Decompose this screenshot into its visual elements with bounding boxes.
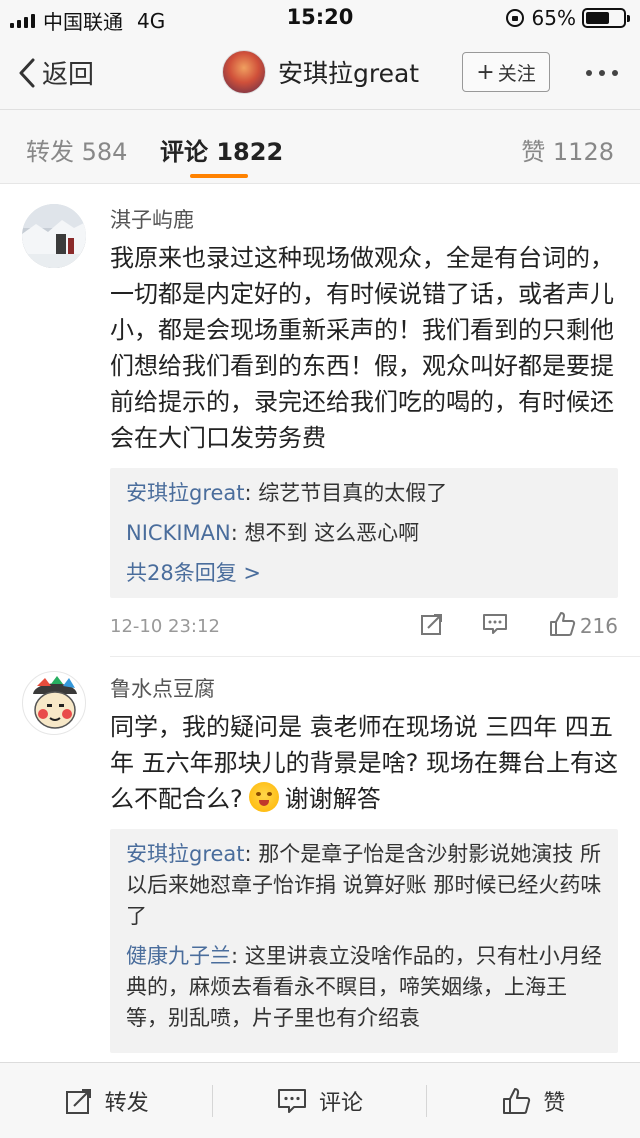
snow-photo-icon — [22, 204, 86, 268]
comment-meta: 12-10 23:12 216 — [110, 598, 618, 656]
follow-label: 关注 — [497, 62, 536, 85]
reply-box[interactable]: 安琪拉great: 综艺节目真的太假了 NICKIMAN: 想不到 这么恶心啊 … — [110, 468, 618, 598]
reply-username[interactable]: NICKIMAN — [126, 521, 231, 545]
share-icon[interactable] — [420, 612, 444, 636]
comment-item: 淇子屿鹿 我原来也录过这种现场做观众，全是有台词的，一切都是内定好的，有时候说错… — [0, 188, 640, 656]
status-bar: 中国联通 4G 15:20 65% — [0, 0, 640, 36]
reply-item: NICKIMAN: 想不到 这么恶心啊 — [126, 518, 602, 549]
meme-face-icon — [33, 676, 77, 729]
repost-label: 转发 — [104, 1090, 149, 1116]
tab-likes[interactable]: 赞 1128 — [521, 132, 614, 167]
tab-bar: 转发 584 评论 1822 赞 1128 — [0, 110, 640, 184]
nav-user[interactable]: 安琪拉great — [222, 50, 419, 94]
share-icon — [65, 1088, 91, 1114]
reply-text: : 想不到 这么恶心啊 — [230, 521, 420, 545]
reply-item: 安琪拉great: 那个是章子怡是含沙射影说她演技 所以后来她怼章子怡诈捐 说算… — [126, 839, 602, 932]
comment-button[interactable]: 评论 — [213, 1063, 427, 1138]
back-button[interactable]: 返回 — [18, 54, 94, 91]
status-right: 65% — [505, 6, 630, 30]
tab-comments[interactable]: 评论 1822 — [160, 132, 283, 167]
like-label: 赞 — [543, 1090, 566, 1116]
battery-fill — [586, 12, 610, 24]
reply-username[interactable]: 健康九子兰 — [126, 944, 231, 968]
comment-text-tail: 谢谢解答 — [284, 785, 381, 813]
active-tab-indicator — [190, 174, 248, 178]
like-count: 216 — [579, 614, 618, 638]
battery-icon — [582, 8, 630, 28]
rotation-lock-icon — [505, 9, 524, 27]
like-button[interactable]: 赞 — [427, 1063, 640, 1138]
page-title: 安琪拉great — [278, 59, 420, 88]
more-icon[interactable] — [586, 70, 618, 76]
reply-box[interactable]: 安琪拉great: 那个是章子怡是含沙射影说她演技 所以后来她怼章子怡诈捐 说算… — [110, 829, 618, 1053]
tab-repost[interactable]: 转发 584 — [26, 132, 127, 167]
plus-icon: + — [476, 59, 495, 85]
reply-username[interactable]: 安琪拉great — [126, 842, 245, 866]
reply-username[interactable]: 安琪拉great — [126, 481, 245, 505]
more-replies-link[interactable]: 共28条回复 > — [126, 558, 602, 588]
reply-item: 健康九子兰: 这里讲袁立没啥作品的，只有杜小月经典的，麻烦去看看永不瞑目，啼笑姻… — [126, 941, 602, 1034]
comment-item: 鲁水点豆腐 同学，我的疑问是 袁老师在现场说 三四年 四五年 五六年那块儿的背景… — [0, 657, 640, 1053]
avatar[interactable] — [22, 204, 86, 268]
chevron-left-icon — [19, 58, 35, 87]
follow-button[interactable]: + 关注 — [462, 52, 550, 92]
comment-username[interactable]: 淇子屿鹿 — [110, 188, 618, 234]
battery-percent: 65% — [531, 6, 576, 30]
repost-button[interactable]: 转发 — [0, 1063, 214, 1138]
avatar[interactable] — [222, 50, 266, 94]
comment-text: 同学，我的疑问是 袁老师在现场说 三四年 四五年 五六年那块儿的背景是啥? 现场… — [110, 709, 618, 817]
comment-icon — [277, 1088, 306, 1113]
comment-text: 我原来也录过这种现场做观众，全是有台词的，一切都是内定好的，有时候说错了话，或者… — [110, 244, 614, 452]
avatar[interactable] — [22, 671, 86, 735]
comment-time: 12-10 23:12 — [110, 616, 220, 637]
bottom-action-bar: 转发 评论 赞 — [0, 1062, 640, 1138]
reply-text: : 综艺节目真的太假了 — [244, 481, 448, 505]
blush-emoji-icon — [248, 782, 279, 812]
like-icon — [503, 1087, 531, 1114]
like-icon[interactable] — [548, 610, 576, 638]
reply-item: 安琪拉great: 综艺节目真的太假了 — [126, 478, 602, 509]
comment-icon[interactable] — [482, 612, 508, 636]
comment-list: 淇子屿鹿 我原来也录过这种现场做观众，全是有台词的，一切都是内定好的，有时候说错… — [0, 188, 640, 1053]
back-label: 返回 — [42, 60, 95, 90]
nav-bar: 返回 安琪拉great + 关注 — [0, 36, 640, 110]
comment-username[interactable]: 鲁水点豆腐 — [110, 657, 618, 703]
comment-label: 评论 — [318, 1090, 363, 1116]
